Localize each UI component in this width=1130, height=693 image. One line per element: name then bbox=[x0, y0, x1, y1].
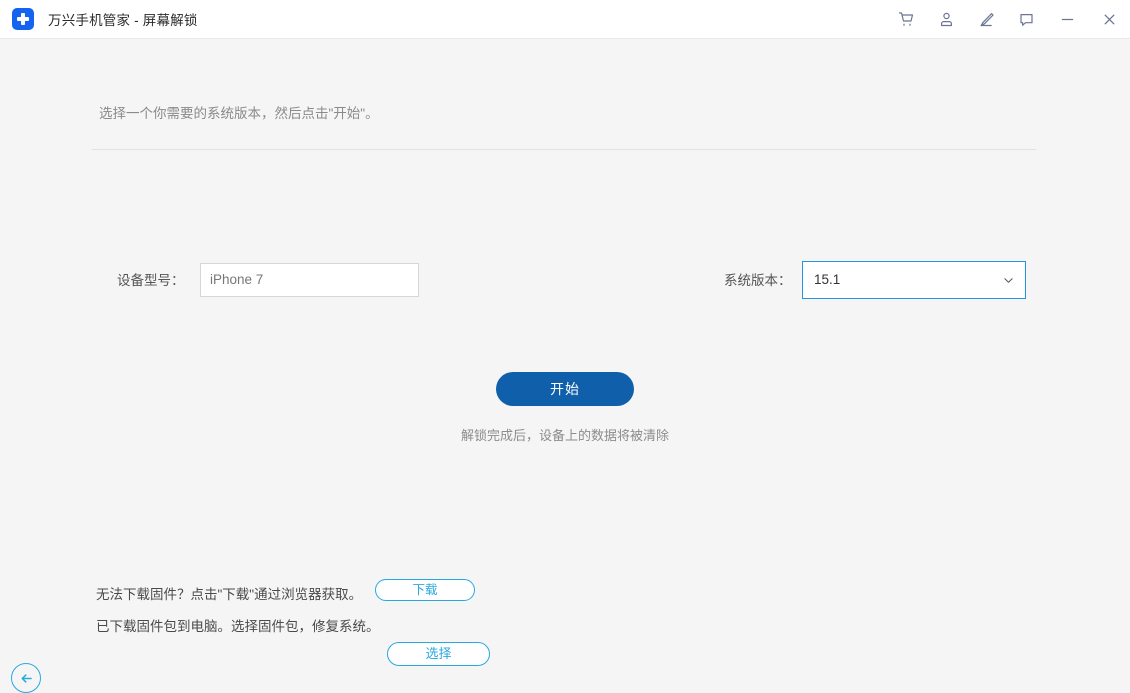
data-erase-warning: 解锁完成后，设备上的数据将被清除 bbox=[0, 425, 1130, 444]
instruction-text: 选择一个你需要的系统版本，然后点击"开始"。 bbox=[99, 102, 379, 122]
app-title: 万兴手机管家 - 屏幕解锁 bbox=[48, 9, 198, 29]
system-version-label: 系统版本： bbox=[724, 263, 792, 299]
minimize-icon[interactable] bbox=[1046, 0, 1088, 38]
device-model-label: 设备型号： bbox=[117, 263, 185, 299]
edit-icon[interactable] bbox=[966, 0, 1006, 38]
main-content: 选择一个你需要的系统版本，然后点击"开始"。 设备型号： iPhone 7 系统… bbox=[0, 39, 1130, 667]
device-version-form: 设备型号： iPhone 7 系统版本： 15.1 bbox=[0, 263, 1130, 299]
download-firmware-row: 无法下载固件？点击"下载"通过浏览器获取。 下载 bbox=[0, 579, 1130, 611]
system-version-value: 15.1 bbox=[814, 272, 840, 287]
firmware-help-section: 无法下载固件？点击"下载"通过浏览器获取。 下载 已下载固件包到电脑。选择固件包… bbox=[0, 579, 1130, 643]
start-button[interactable]: 开始 bbox=[496, 372, 634, 406]
section-divider bbox=[92, 149, 1036, 150]
device-model-input[interactable]: iPhone 7 bbox=[200, 263, 419, 297]
close-icon[interactable] bbox=[1088, 0, 1130, 38]
account-icon[interactable] bbox=[926, 0, 966, 38]
select-button[interactable]: 选择 bbox=[387, 642, 490, 666]
cart-icon[interactable] bbox=[886, 0, 926, 38]
back-button[interactable] bbox=[11, 663, 41, 693]
chevron-down-icon bbox=[1004, 276, 1013, 285]
window-actions bbox=[886, 0, 1130, 38]
download-button[interactable]: 下载 bbox=[375, 579, 475, 601]
select-firmware-row: 已下载固件包到电脑。选择固件包，修复系统。 选择 bbox=[0, 611, 1130, 643]
window-title-bar: 万兴手机管家 - 屏幕解锁 bbox=[0, 0, 1130, 39]
feedback-icon[interactable] bbox=[1006, 0, 1046, 38]
select-firmware-text: 已下载固件包到电脑。选择固件包，修复系统。 bbox=[96, 615, 380, 635]
back-arrow-icon bbox=[19, 671, 34, 686]
app-plus-icon bbox=[12, 8, 34, 30]
system-version-select[interactable]: 15.1 bbox=[802, 261, 1026, 299]
download-firmware-text: 无法下载固件？点击"下载"通过浏览器获取。 bbox=[96, 583, 362, 603]
